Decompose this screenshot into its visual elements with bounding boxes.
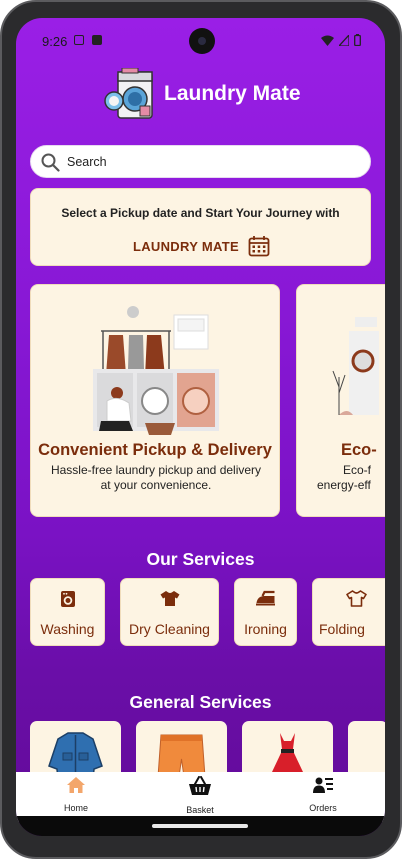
iron-icon <box>255 590 275 606</box>
app-title: Laundry Mate <box>164 82 301 105</box>
wifi-icon <box>321 35 334 46</box>
service-label: Folding <box>319 621 365 637</box>
signal-icon <box>339 34 349 46</box>
card-desc: Hassle-free laundry pickup and delivery … <box>41 463 271 493</box>
nav-home-label: Home <box>63 803 88 813</box>
card-desc: Eco-f energy-eff <box>317 463 385 493</box>
orders-icon <box>313 777 333 793</box>
card-desc-line2: at your convenience. <box>100 478 212 492</box>
sim-icon <box>92 35 102 45</box>
nav-basket[interactable]: Basket <box>160 776 240 815</box>
tshirt-icon <box>160 591 179 606</box>
nav-orders[interactable]: Orders <box>283 776 363 813</box>
card-title: Eco- <box>341 441 377 459</box>
status-time: 9:26 <box>42 34 68 49</box>
service-ironing[interactable]: Ironing <box>234 578 297 646</box>
notification-icon <box>74 35 84 45</box>
calendar-icon[interactable] <box>248 235 270 257</box>
app-header: Laundry Mate <box>16 68 385 128</box>
search-bar[interactable] <box>30 145 371 178</box>
pickup-banner[interactable]: Select a Pickup date and Start Your Jour… <box>30 188 371 266</box>
shirt-outline-icon <box>346 590 367 607</box>
laundry-logo-icon <box>104 68 153 119</box>
section-title-general: General Services <box>129 692 272 712</box>
home-icon <box>67 777 85 793</box>
washing-machine-icon <box>60 591 75 607</box>
eco-illustration <box>332 317 379 415</box>
service-label: Ironing <box>244 621 287 637</box>
app-screen: 9:26 Laundry Mate Search Select a Pickup… <box>16 18 385 836</box>
service-label: Dry Cleaning <box>129 621 210 637</box>
search-icon <box>41 153 60 172</box>
bottom-nav: Home Basket Orders <box>16 772 385 822</box>
section-title-services: Our Services <box>146 549 255 569</box>
nav-orders-label: Orders <box>309 803 337 813</box>
laundry-illustration <box>93 306 219 435</box>
card-title: Convenient Pickup & Delivery <box>38 441 272 459</box>
nav-basket-label: Basket <box>186 805 214 815</box>
carousel-card[interactable]: Convenient Pickup & Delivery Hassle-free… <box>30 284 280 517</box>
battery-icon <box>354 34 361 46</box>
service-washing[interactable]: Washing <box>30 578 105 646</box>
banner-line1: Select a Pickup date and Start Your Jour… <box>61 206 340 220</box>
search-input[interactable] <box>67 152 357 172</box>
carousel-card[interactable]: Eco- Eco-f energy-eff <box>296 284 385 517</box>
gesture-handle[interactable] <box>152 824 248 828</box>
card-desc-line1: Hassle-free laundry pickup and delivery <box>50 463 262 477</box>
service-label: Washing <box>40 621 95 637</box>
card-desc-line1: Eco-f <box>343 463 372 477</box>
service-folding[interactable]: Folding <box>312 578 385 646</box>
service-dry-cleaning[interactable]: Dry Cleaning <box>120 578 219 646</box>
banner-brand: LAUNDRY MATE <box>133 239 239 254</box>
basket-icon <box>189 776 211 795</box>
front-camera <box>189 28 215 54</box>
nav-home[interactable]: Home <box>36 776 116 813</box>
phone-frame: 9:26 Laundry Mate Search Select a Pickup… <box>0 0 402 859</box>
card-desc-line2: energy-eff <box>317 478 371 492</box>
